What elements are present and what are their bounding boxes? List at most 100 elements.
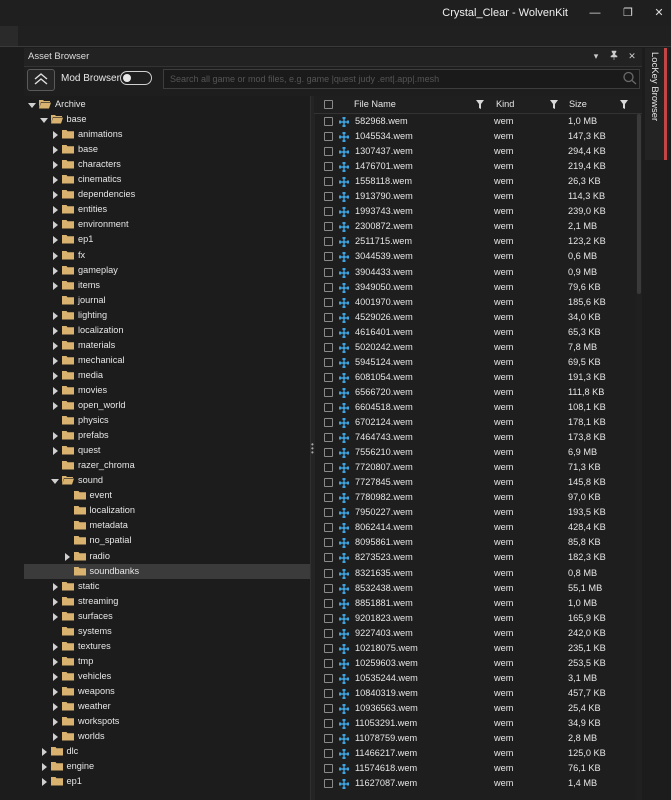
table-row[interactable]: 5020242.wem wem 7,8 MB xyxy=(314,340,636,355)
chevron-down-icon[interactable] xyxy=(28,101,36,109)
table-row[interactable]: 5945124.wem wem 69,5 KB xyxy=(314,355,636,370)
row-checkbox[interactable] xyxy=(324,372,333,382)
row-checkbox[interactable] xyxy=(324,117,333,126)
tree-node[interactable]: workspots xyxy=(24,714,310,729)
table-row[interactable]: 8062414.wem wem 428,4 KB xyxy=(314,520,636,535)
tree-node[interactable]: metadata xyxy=(24,518,310,533)
row-checkbox[interactable] xyxy=(324,207,333,217)
close-panel-icon[interactable]: ✕ xyxy=(626,50,638,62)
tree-node[interactable]: mechanical xyxy=(24,353,310,368)
table-row[interactable]: 582968.wem wem 1,0 MB xyxy=(314,114,636,129)
tree-node[interactable]: streaming xyxy=(24,594,310,609)
tree-node[interactable]: dlc xyxy=(24,744,310,759)
table-row[interactable]: 9201823.wem wem 165,9 KB xyxy=(314,611,636,626)
chevron-down-icon[interactable] xyxy=(39,116,48,124)
table-row[interactable]: 8532438.wem wem 55,1 MB xyxy=(314,581,636,596)
row-checkbox[interactable] xyxy=(324,779,333,789)
chevron-right-icon[interactable] xyxy=(51,612,59,621)
row-checkbox[interactable] xyxy=(324,583,333,593)
chevron-right-icon[interactable] xyxy=(51,597,59,606)
row-checkbox[interactable] xyxy=(324,147,333,157)
row-checkbox[interactable] xyxy=(324,387,333,397)
pin-icon[interactable] xyxy=(608,50,620,62)
filter-icon[interactable] xyxy=(620,100,628,109)
tree-node[interactable]: localization xyxy=(24,323,310,338)
chevron-right-icon[interactable] xyxy=(40,748,48,757)
tree-node[interactable]: surfaces xyxy=(24,609,310,624)
table-row[interactable]: 6081054.wem wem 191,3 KB xyxy=(314,370,636,385)
minimize-icon[interactable]: — xyxy=(586,4,604,22)
tree-node[interactable]: engine xyxy=(24,759,310,774)
chevron-right-icon[interactable] xyxy=(51,206,59,215)
row-checkbox[interactable] xyxy=(324,568,333,578)
tree-node[interactable]: vehicles xyxy=(24,669,310,684)
row-checkbox[interactable] xyxy=(324,553,333,563)
chevron-right-icon[interactable] xyxy=(51,251,59,260)
tree-node[interactable]: physics xyxy=(24,413,310,428)
row-checkbox[interactable] xyxy=(324,628,333,638)
row-checkbox[interactable] xyxy=(324,342,333,352)
tree-node[interactable]: items xyxy=(24,278,310,293)
tree-node[interactable]: Archive xyxy=(24,97,310,112)
row-checkbox[interactable] xyxy=(324,658,333,668)
row-checkbox[interactable] xyxy=(324,222,333,232)
tree-node[interactable]: tmp xyxy=(24,654,310,669)
table-row[interactable]: 1913790.wem wem 114,3 KB xyxy=(314,189,636,204)
chevron-right-icon[interactable] xyxy=(51,311,59,320)
chevron-down-icon[interactable] xyxy=(51,477,59,485)
table-row[interactable]: 7727845.wem wem 145,8 KB xyxy=(314,475,636,490)
table-row[interactable]: 3904433.wem wem 0,9 MB xyxy=(314,265,636,280)
lockey-browser-tab[interactable]: LocKey Browser xyxy=(645,48,669,160)
tree-node[interactable]: base xyxy=(24,142,310,157)
chevron-right-icon[interactable] xyxy=(51,386,59,395)
table-row[interactable]: 4616401.wem wem 65,3 KB xyxy=(314,325,636,340)
chevron-right-icon[interactable] xyxy=(51,176,59,185)
table-row[interactable]: 11466217.wem wem 125,0 KB xyxy=(314,746,636,761)
chevron-right-icon[interactable] xyxy=(51,191,59,200)
tree-node[interactable]: characters xyxy=(24,157,310,172)
table-row[interactable]: 6566720.wem wem 111,8 KB xyxy=(314,385,636,400)
row-checkbox[interactable] xyxy=(324,719,333,728)
tree-node[interactable]: media xyxy=(24,368,310,383)
chevron-right-icon[interactable] xyxy=(51,733,59,742)
chevron-right-icon[interactable] xyxy=(51,447,59,456)
table-row[interactable]: 11574618.wem wem 76,1 KB xyxy=(314,761,636,776)
dropdown-icon[interactable]: ▾ xyxy=(590,50,602,62)
row-checkbox[interactable] xyxy=(324,252,333,262)
chevron-right-icon[interactable] xyxy=(51,221,59,230)
table-row[interactable]: 10535244.wem wem 3,1 MB xyxy=(314,671,636,686)
row-checkbox[interactable] xyxy=(324,357,333,367)
tree-node[interactable]: materials xyxy=(24,338,310,353)
tree-node[interactable]: environment xyxy=(24,217,310,232)
table-row[interactable]: 1045534.wem wem 147,3 KB xyxy=(314,129,636,144)
chevron-right-icon[interactable] xyxy=(51,642,59,651)
tree-node[interactable]: textures xyxy=(24,639,310,654)
row-checkbox[interactable] xyxy=(324,312,333,322)
row-checkbox[interactable] xyxy=(324,132,333,142)
tree-node[interactable]: weapons xyxy=(24,684,310,699)
tree-node[interactable]: soundbanks xyxy=(24,563,310,579)
table-row[interactable]: 7556210.wem wem 6,9 MB xyxy=(314,445,636,460)
row-checkbox[interactable] xyxy=(324,673,333,683)
tree-node[interactable]: journal xyxy=(24,293,310,308)
tree-node[interactable]: localization xyxy=(24,503,310,518)
chevron-right-icon[interactable] xyxy=(51,672,59,681)
table-row[interactable]: 10840319.wem wem 457,7 KB xyxy=(314,686,636,701)
mod-browser-toggle[interactable] xyxy=(120,71,152,85)
table-row[interactable]: 1476701.wem wem 219,4 KB xyxy=(314,159,636,174)
table-row[interactable]: 10259603.wem wem 253,5 KB xyxy=(314,656,636,671)
row-checkbox[interactable] xyxy=(324,749,333,759)
table-row[interactable]: 10936563.wem wem 25,4 KB xyxy=(314,701,636,716)
tree-node[interactable]: dependencies xyxy=(24,187,310,202)
chevron-right-icon[interactable] xyxy=(51,281,59,290)
splitter-grip-icon[interactable]: • • • xyxy=(311,441,314,457)
table-row[interactable]: 6604518.wem wem 108,1 KB xyxy=(314,400,636,415)
search-icon[interactable] xyxy=(622,71,638,85)
close-icon[interactable]: ✕ xyxy=(650,4,668,22)
table-row[interactable]: 2511715.wem wem 123,2 KB xyxy=(314,234,636,249)
table-row[interactable]: 3949050.wem wem 79,6 KB xyxy=(314,280,636,295)
table-row[interactable]: 3044539.wem wem 0,6 MB xyxy=(314,249,636,264)
chevron-right-icon[interactable] xyxy=(51,657,59,666)
table-row[interactable]: 7464743.wem wem 173,8 KB xyxy=(314,430,636,445)
row-checkbox[interactable] xyxy=(324,688,333,698)
